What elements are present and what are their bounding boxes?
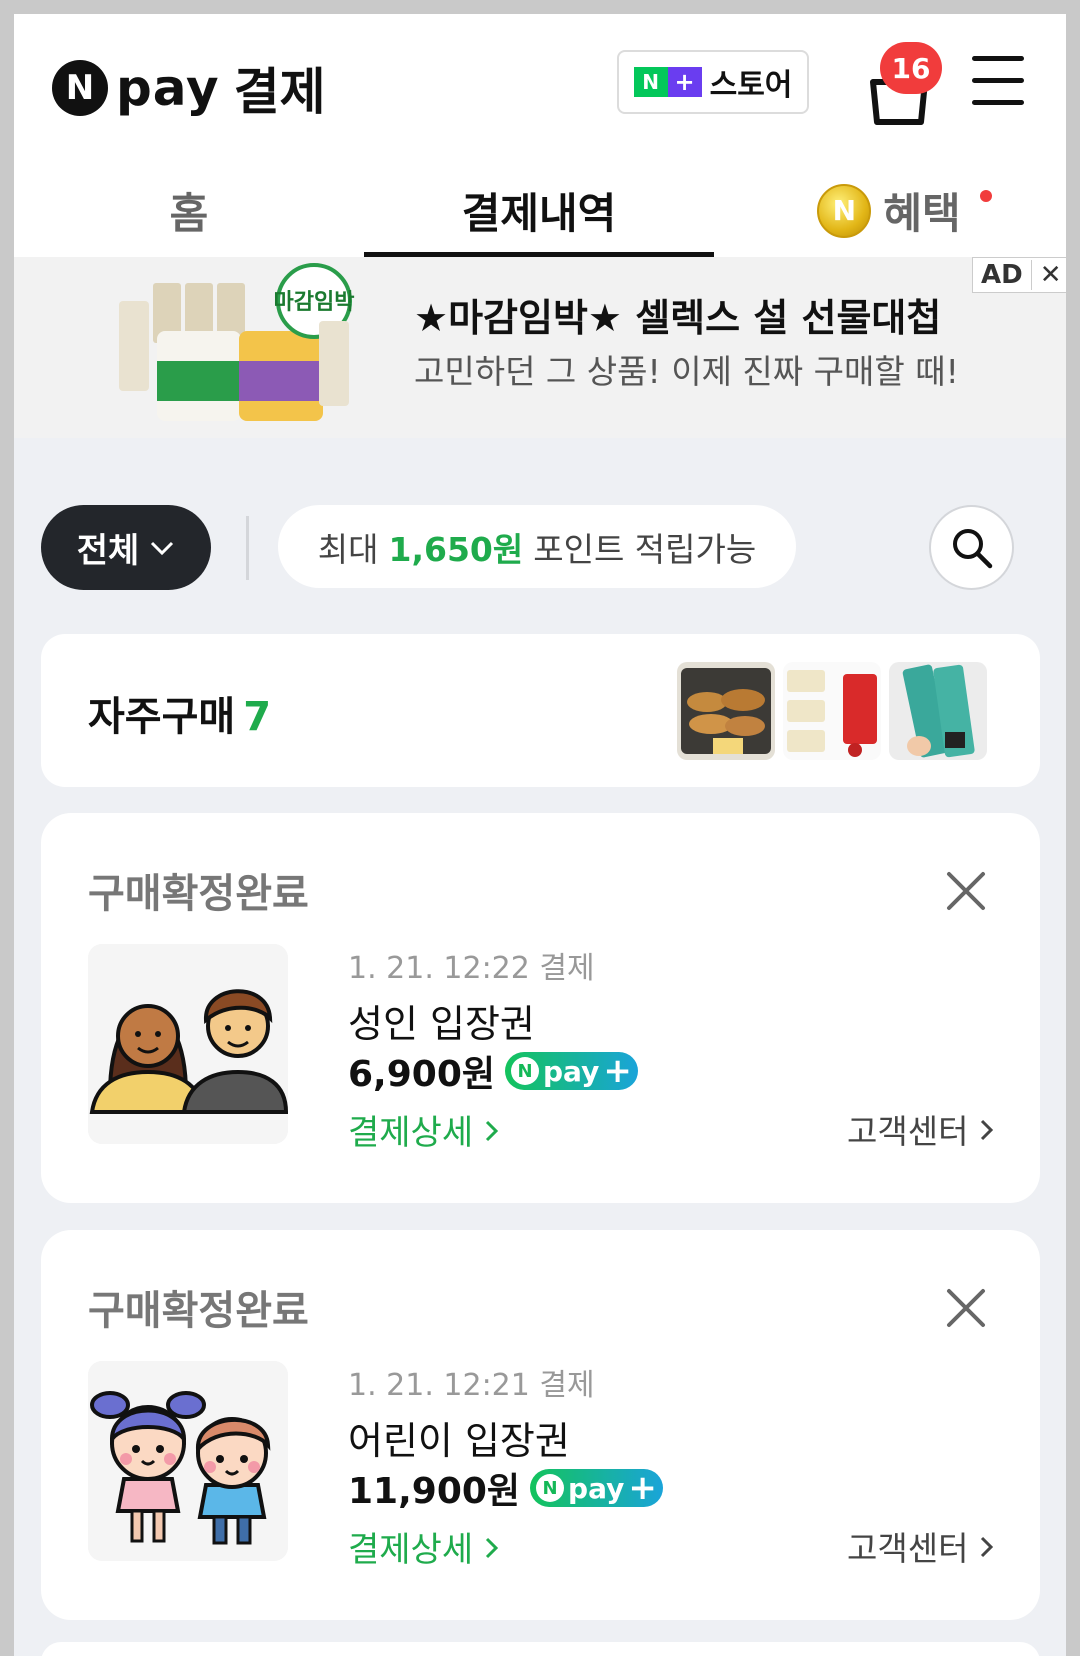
order-card: 구매확정완료 1. 21. 12:22 결제 성인 입장권 6,900원 N p… [41,813,1040,1203]
store-plus-icon: + [667,67,702,97]
app-frame: N pay 결제 N + 스토어 16 홈 결제내역 N 혜택 마감임박 ★마감… [14,14,1066,1656]
cream-product-icon [783,662,881,760]
payment-detail-label: 결제상세 [348,1530,474,1570]
search-button[interactable] [929,505,1014,590]
chevron-right-icon [980,1536,994,1558]
order-status: 구매확정완료 [88,871,309,917]
frequent-thumb-1[interactable] [677,662,775,760]
ad-label[interactable]: AD [973,260,1032,290]
close-icon[interactable] [946,1288,986,1328]
header: N pay 결제 N + 스토어 16 홈 결제내역 N 혜택 [14,14,1066,257]
npay-n-icon: N [511,1057,539,1085]
ad-close-icon[interactable]: ✕ [1032,260,1066,290]
cart-count-badge: 16 [880,42,942,94]
frequent-count: 7 [243,694,272,740]
coin-icon: N [817,183,872,238]
tab-payment-history[interactable]: 결제내역 [364,164,714,257]
frequent-purchases-card[interactable]: 자주구매 7 [41,634,1040,787]
new-dot-indicator [980,190,992,202]
order-price: 6,900원 [348,1054,495,1095]
npay-badge-text: pay [543,1054,600,1088]
npay-plus-icon: + [628,1468,657,1508]
tab-benefits-label: 혜택 [883,189,961,238]
points-prefix: 최대 [317,529,379,569]
frequent-thumb-2[interactable] [783,662,881,760]
logo-n-mark: N [52,60,108,116]
chevron-down-icon [151,541,174,555]
order-product-name[interactable]: 어린이 입장권 [348,1410,570,1465]
tab-bar: 홈 결제내역 N 혜택 [14,164,1066,257]
npay-logo[interactable]: N pay 결제 [52,52,326,124]
payment-detail-link[interactable]: 결제상세 [348,1522,500,1571]
tube-product-icon [889,662,987,760]
customer-center-label: 고객센터 [847,1529,969,1568]
chevron-right-icon [485,1120,499,1142]
payment-detail-label: 결제상세 [348,1113,474,1153]
ad-subtitle: 고민하던 그 상품! 이제 진짜 구매할 때! [414,352,959,391]
npay-badge-text: pay [568,1471,625,1505]
tab-payment-history-label: 결제내역 [461,189,617,238]
order-product-image[interactable] [88,944,288,1144]
ad-product-image: 마감임박 [119,263,355,421]
store-label: 스토어 [709,68,793,103]
store-n-icon: N [633,67,668,97]
ad-tag: AD ✕ [972,257,1066,293]
page-title: 결제 [233,63,326,121]
logo-pay-text: pay [116,59,220,117]
customer-center-label: 고객센터 [847,1112,969,1151]
close-icon[interactable] [946,871,986,911]
children-icon [88,1361,288,1561]
order-product-image[interactable] [88,1361,288,1561]
ad-image-label: 마감임박 [274,290,355,315]
frequent-thumb-3[interactable] [889,662,987,760]
npay-plus-badge: N pay + [505,1051,638,1091]
bread-product-icon [677,662,775,760]
points-amount: 1,650원 [388,529,524,569]
points-suffix: 포인트 적립가능 [533,529,757,569]
store-button[interactable]: N + 스토어 [617,50,809,114]
next-order-card-edge [41,1642,1040,1656]
npay-n-icon: N [536,1474,565,1502]
npay-plus-badge: N pay + [530,1468,663,1508]
order-card: 구매확정완료 1. 21. 12:21 결제 어린이 입장권 11,900원 N… [41,1230,1040,1620]
npay-plus-icon: + [603,1051,632,1091]
customer-center-link[interactable]: 고객센터 [847,1105,995,1153]
tab-home-label: 홈 [169,189,209,238]
frequent-title-label: 자주구매 [88,694,236,740]
customer-center-link[interactable]: 고객센터 [847,1522,995,1570]
order-price-row: 6,900원 N pay + [348,1045,638,1097]
filter-all-label: 전체 [76,531,140,571]
ad-banner[interactable]: 마감임박 ★마감임박★ 셀렉스 설 선물대첩 고민하던 그 상품! 이제 진짜 … [14,257,1066,438]
filter-divider [246,516,249,580]
chevron-right-icon [485,1537,499,1559]
order-status: 구매확정완료 [88,1288,309,1334]
order-price-row: 11,900원 N pay + [348,1462,663,1514]
tab-benefits[interactable]: N 혜택 [714,164,1064,257]
order-price: 11,900원 [348,1471,521,1512]
chevron-right-icon [980,1119,994,1141]
tab-home[interactable]: 홈 [14,164,364,257]
filter-all-dropdown[interactable]: 전체 [41,505,211,590]
adults-icon [88,944,288,1144]
order-date: 1. 21. 12:22 결제 [348,951,595,986]
frequent-purchases-title: 자주구매 7 [88,684,271,742]
points-info-pill[interactable]: 최대 1,650원 포인트 적립가능 [278,505,796,588]
order-product-name[interactable]: 성인 입장권 [348,993,535,1048]
hamburger-menu-icon[interactable] [972,56,1024,106]
payment-detail-link[interactable]: 결제상세 [348,1105,500,1154]
ad-title: ★마감임박★ 셀렉스 설 선물대첩 [414,296,942,340]
search-icon [952,528,992,568]
order-date: 1. 21. 12:21 결제 [348,1368,595,1403]
